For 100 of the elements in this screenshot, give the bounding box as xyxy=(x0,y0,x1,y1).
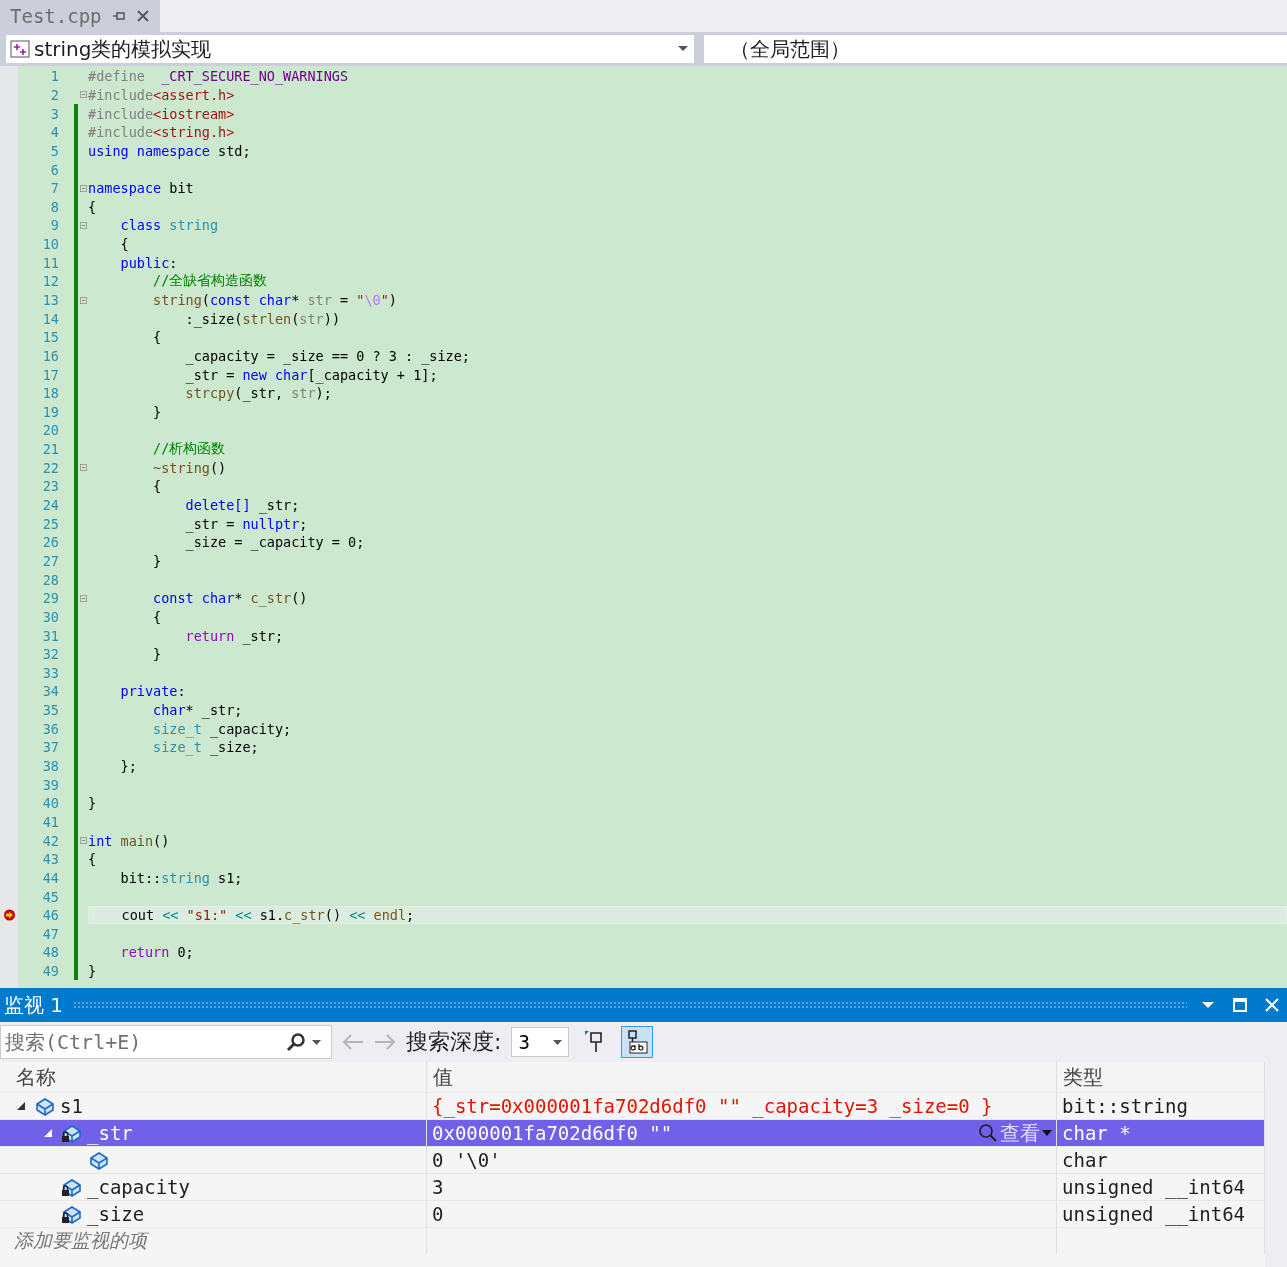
code-line: _str = nullptr; xyxy=(184,514,309,533)
pin-icon[interactable] xyxy=(111,10,126,22)
line-number: 45 xyxy=(41,888,59,905)
line-number: 15 xyxy=(41,329,59,346)
line-number: 35 xyxy=(41,702,59,719)
line-number: 37 xyxy=(41,739,59,756)
collapse-icon[interactable] xyxy=(79,184,87,192)
line-number: 47 xyxy=(41,925,59,942)
code-line: //全缺省构造函数 xyxy=(152,272,269,291)
code-line: } xyxy=(152,551,163,571)
code-line: public: xyxy=(119,253,179,273)
caret-icon xyxy=(553,1039,563,1045)
line-number: 48 xyxy=(41,944,59,961)
pin-text-icon xyxy=(625,1029,650,1055)
collapse-icon[interactable] xyxy=(79,464,87,472)
line-number: 34 xyxy=(41,683,59,700)
arrow-left-icon xyxy=(342,1034,364,1050)
line-number: 19 xyxy=(41,403,59,420)
line-number: 17 xyxy=(41,366,59,383)
line-number: 7 xyxy=(49,180,59,197)
line-number: 6 xyxy=(49,161,59,178)
type-cell: unsigned __int64 xyxy=(1057,1173,1265,1200)
code-line: } xyxy=(88,962,98,981)
code-line: { xyxy=(88,197,98,217)
line-number: 43 xyxy=(41,851,59,868)
depth-dropdown[interactable]: 3 xyxy=(511,1027,570,1057)
line-number: 9 xyxy=(49,217,59,234)
code-line: namespace bit xyxy=(88,179,195,198)
code-line: //析构函数 xyxy=(152,439,227,459)
code-line: return _str; xyxy=(184,626,285,645)
code-line: string(const char* str = "\0") xyxy=(152,291,398,310)
line-number: 27 xyxy=(41,552,59,569)
name-cell[interactable]: s1 xyxy=(0,1092,427,1119)
code-line: { xyxy=(152,477,163,496)
code-line: { xyxy=(152,607,163,627)
collapse-icon[interactable] xyxy=(79,296,87,304)
line-number: 4 xyxy=(49,124,59,141)
line-number: 44 xyxy=(41,869,59,886)
code-line: } xyxy=(152,402,163,422)
code-line: return 0; xyxy=(119,943,195,962)
line-number: 16 xyxy=(41,347,59,364)
code-line: private: xyxy=(119,682,187,701)
collapse-arrow-icon[interactable] xyxy=(16,1101,26,1111)
line-number: 40 xyxy=(41,795,59,812)
code-line: { xyxy=(88,850,98,869)
code-line: _size = _capacity = 0; xyxy=(184,533,366,552)
code-line: ~string() xyxy=(152,458,228,478)
code-line: _str = new char[_capacity + 1]; xyxy=(184,365,439,384)
line-number: 8 xyxy=(49,198,59,215)
line-number: 1 xyxy=(49,68,59,85)
code-line: }; xyxy=(119,757,138,776)
collapse-icon[interactable] xyxy=(79,837,87,845)
line-number: 21 xyxy=(41,441,59,458)
type-cell: bit::string xyxy=(1057,1092,1265,1119)
line-number: 38 xyxy=(41,758,59,774)
value-cell: 0 xyxy=(427,1200,1057,1227)
code-line: strcpy(_str, str); xyxy=(184,384,333,403)
code-line: int main() xyxy=(88,831,171,850)
name-cell[interactable]: _size xyxy=(0,1200,427,1227)
code-line: #include<assert.h> xyxy=(88,85,236,105)
line-number: 36 xyxy=(41,720,59,737)
collapse-icon[interactable] xyxy=(79,221,87,229)
code-line: { xyxy=(119,235,130,254)
value-cell: 0x000001fa702d6df0 "" 查看 xyxy=(427,1119,1057,1146)
type-cell: char xyxy=(1057,1146,1265,1173)
name-cell[interactable]: _str xyxy=(0,1119,427,1146)
line-number: 29 xyxy=(41,590,59,607)
code-line: #include<string.h> xyxy=(88,123,236,142)
member-dropdown[interactable]: （全局范围） xyxy=(704,35,1287,63)
close-icon[interactable] xyxy=(135,9,150,23)
code-line: #include<iostream> xyxy=(88,104,236,123)
line-number: 24 xyxy=(41,497,59,514)
code-line: char* _str; xyxy=(152,701,244,720)
depth-label: 搜索深度: xyxy=(406,1028,502,1056)
panel-title: 监视 1 xyxy=(4,991,64,1019)
format-button[interactable] xyxy=(621,1026,654,1058)
code-line: :_size(strlen(str)) xyxy=(184,309,341,328)
line-number: 41 xyxy=(41,813,59,830)
caret-icon xyxy=(1202,1001,1214,1009)
line-number: 12 xyxy=(41,273,59,290)
line-number: 5 xyxy=(49,142,59,159)
caret-icon xyxy=(678,46,688,52)
caret-icon xyxy=(1042,1130,1052,1136)
name-cell[interactable]: _capacity xyxy=(0,1173,427,1200)
code-line: } xyxy=(88,794,98,813)
value-cell: {_str=0x000001fa702d6df0 "" _capacity=3 _size=0 } xyxy=(427,1092,1057,1119)
scope-dropdown[interactable]: string类的模拟实现 xyxy=(6,35,694,63)
line-number: 32 xyxy=(41,646,59,663)
code-line: class string xyxy=(119,216,220,235)
line-number: 42 xyxy=(41,832,59,849)
code-line: { xyxy=(152,328,163,347)
maximize-icon xyxy=(1233,998,1247,1012)
line-number: 49 xyxy=(41,963,59,980)
tab-title: Test.cpp xyxy=(10,5,102,27)
name-cell[interactable] xyxy=(0,1146,427,1173)
value-cell: 3 xyxy=(427,1173,1057,1200)
add-watch-field[interactable]: 添加要监视的项 xyxy=(0,1227,427,1254)
close-icon xyxy=(1265,998,1279,1012)
collapse-icon[interactable] xyxy=(79,594,87,602)
collapse-icon[interactable] xyxy=(79,91,87,99)
